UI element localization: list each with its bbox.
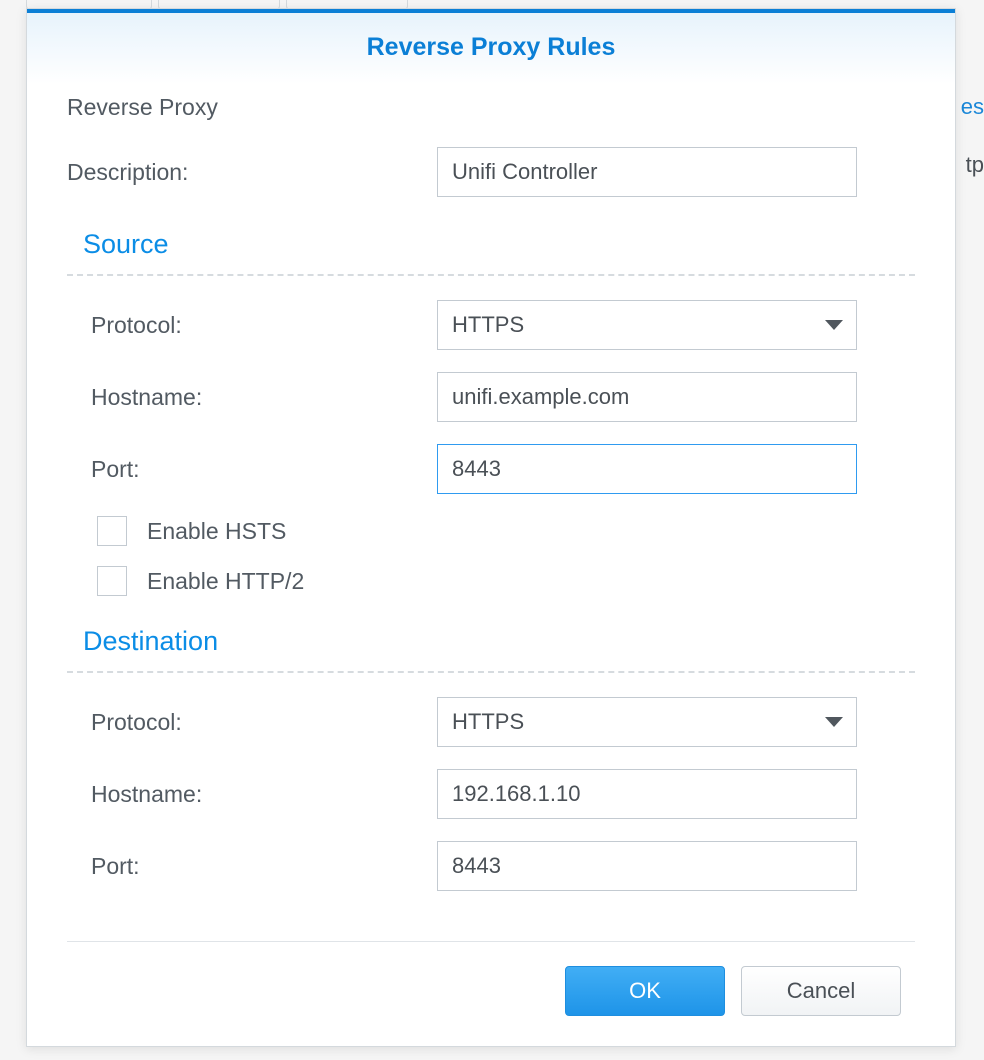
destination-section: Protocol: HTTPS Hostname: Port: <box>67 697 915 891</box>
bg-text-fragment-1: es <box>961 94 984 120</box>
reverse-proxy-dialog: Reverse Proxy Rules Reverse Proxy Descri… <box>26 8 956 1047</box>
source-section: Protocol: HTTPS Hostname: Port: <box>67 300 915 596</box>
source-port-input[interactable] <box>437 444 857 494</box>
destination-divider <box>67 671 915 673</box>
source-port-row: Port: <box>91 444 915 494</box>
source-hostname-row: Hostname: <box>91 372 915 422</box>
enable-http2-checkbox[interactable] <box>97 566 127 596</box>
enable-http2-label: Enable HTTP/2 <box>147 568 304 595</box>
destination-hostname-label: Hostname: <box>91 781 437 808</box>
ok-button[interactable]: OK <box>565 966 725 1016</box>
destination-hostname-row: Hostname: <box>91 769 915 819</box>
source-section-header: Source <box>67 219 915 274</box>
dialog-footer: OK Cancel <box>27 942 955 1046</box>
destination-protocol-select[interactable]: HTTPS <box>437 697 857 747</box>
destination-port-row: Port: <box>91 841 915 891</box>
destination-section-header: Destination <box>67 616 915 671</box>
destination-port-input[interactable] <box>437 841 857 891</box>
source-protocol-value: HTTPS <box>437 300 857 350</box>
enable-hsts-label: Enable HSTS <box>147 518 286 545</box>
cancel-button[interactable]: Cancel <box>741 966 901 1016</box>
source-protocol-select[interactable]: HTTPS <box>437 300 857 350</box>
dialog-subtitle: Reverse Proxy <box>67 94 915 121</box>
enable-http2-row: Enable HTTP/2 <box>91 566 915 596</box>
description-row: Description: <box>67 147 915 197</box>
destination-hostname-input[interactable] <box>437 769 857 819</box>
enable-hsts-row: Enable HSTS <box>91 516 915 546</box>
source-hostname-label: Hostname: <box>91 384 437 411</box>
bg-text-fragment-2: tp <box>966 152 984 178</box>
description-label: Description: <box>67 159 437 186</box>
destination-protocol-value: HTTPS <box>437 697 857 747</box>
source-protocol-label: Protocol: <box>91 312 437 339</box>
description-input[interactable] <box>437 147 857 197</box>
source-port-label: Port: <box>91 456 437 483</box>
source-protocol-row: Protocol: HTTPS <box>91 300 915 350</box>
dialog-body: Reverse Proxy Description: Source Protoc… <box>27 84 955 923</box>
destination-port-label: Port: <box>91 853 437 880</box>
enable-hsts-checkbox[interactable] <box>97 516 127 546</box>
dialog-title: Reverse Proxy Rules <box>27 13 955 84</box>
destination-protocol-label: Protocol: <box>91 709 437 736</box>
destination-protocol-row: Protocol: HTTPS <box>91 697 915 747</box>
source-hostname-input[interactable] <box>437 372 857 422</box>
source-divider <box>67 274 915 276</box>
